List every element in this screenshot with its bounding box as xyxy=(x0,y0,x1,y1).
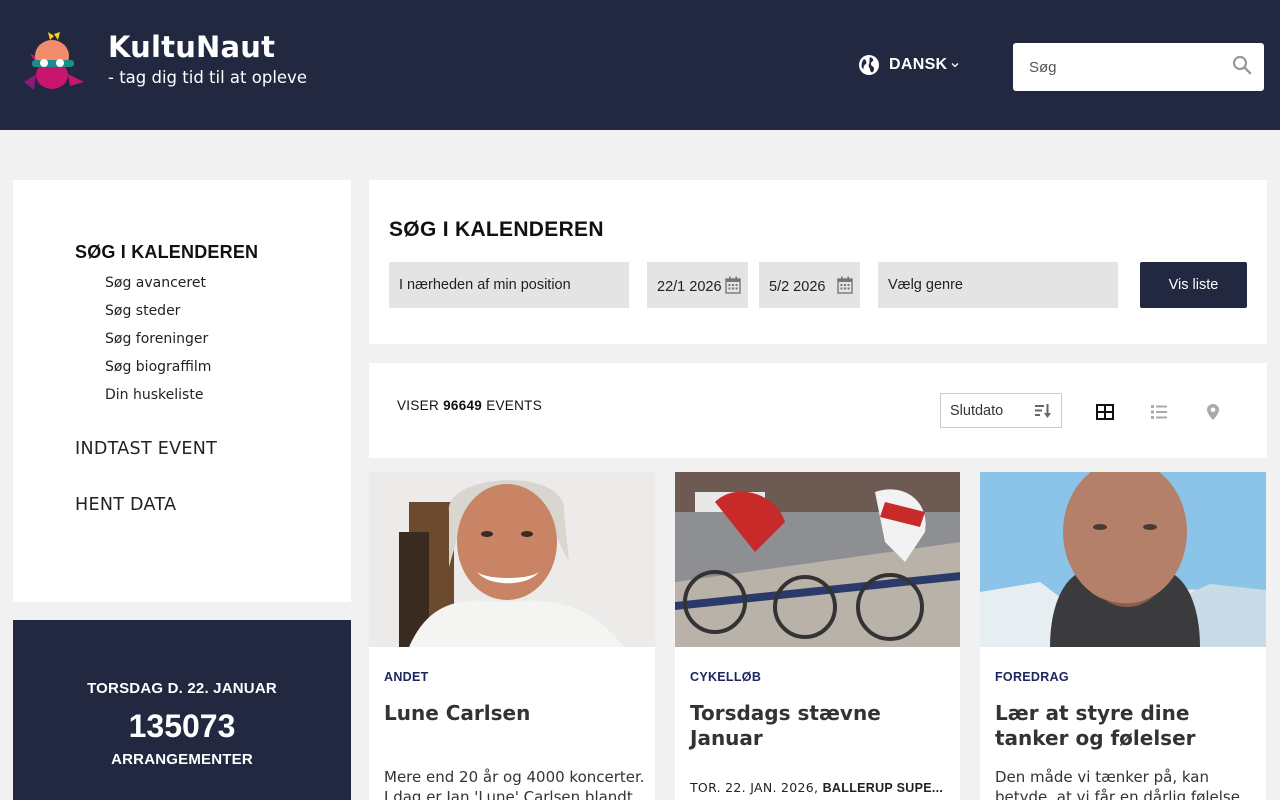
search-box xyxy=(1013,43,1264,91)
sidebar-item-advanced-search[interactable]: Søg avanceret xyxy=(105,275,206,291)
brand-title[interactable]: KultuNaut xyxy=(108,30,275,64)
event-genre[interactable]: CYKELLØB xyxy=(690,670,761,684)
results-prefix: VISER xyxy=(397,398,440,413)
globe-icon xyxy=(859,55,879,75)
search-panel-title: SØG I KALENDEREN xyxy=(389,218,604,241)
language-label: DANSK xyxy=(889,56,948,73)
chevron-down-icon xyxy=(951,63,959,68)
site-header: KultuNaut - tag dig tid til at opleve DA… xyxy=(0,0,1280,130)
sidebar-item-search-places[interactable]: Søg steder xyxy=(105,303,180,319)
sidebar-item-search-films[interactable]: Søg biograffilm xyxy=(105,359,211,375)
event-venue[interactable]: BALLERUP SUPE... xyxy=(823,781,944,795)
results-bar: VISER 96649 EVENTS Slutdato xyxy=(369,363,1267,458)
event-title[interactable]: Torsdags stævne Januar xyxy=(690,701,950,751)
location-select[interactable]: I nærheden af min position xyxy=(389,262,629,308)
sort-icon xyxy=(1035,404,1051,418)
stats-date: TORSDAG D. 22. JANUAR xyxy=(87,680,277,697)
sidebar-item-get-data[interactable]: HENT DATA xyxy=(75,495,176,515)
genre-select-value: Vælg genre xyxy=(888,277,963,293)
event-card[interactable]: CYKELLØB Torsdags stævne Januar TOR. 22.… xyxy=(675,472,960,800)
event-title[interactable]: Lune Carlsen xyxy=(384,701,644,726)
results-number: 96649 xyxy=(443,398,483,413)
event-date: TOR. 22. JAN. 2026, xyxy=(690,780,819,795)
calendar-icon[interactable] xyxy=(725,276,741,294)
date-to-value: 5/2 2026 xyxy=(769,278,826,295)
brand-tagline: - tag dig tid til at opleve xyxy=(108,68,307,87)
sidebar-item-search-associations[interactable]: Søg foreninger xyxy=(105,331,208,347)
date-from-field[interactable]: 22/1 2026 xyxy=(647,262,748,308)
genre-select[interactable]: Vælg genre xyxy=(878,262,1118,308)
event-image[interactable] xyxy=(675,472,960,647)
search-icon[interactable] xyxy=(1232,55,1252,75)
show-list-button[interactable]: Vis liste xyxy=(1140,262,1247,308)
event-image[interactable] xyxy=(369,472,655,647)
date-to-field[interactable]: 5/2 2026 xyxy=(759,262,860,308)
language-selector[interactable]: DANSK xyxy=(858,53,959,77)
event-description: Mere end 20 år og 4000 koncerter. I dag … xyxy=(384,768,645,800)
location-select-value: I nærheden af min position xyxy=(399,277,571,293)
event-genre[interactable]: FOREDRAG xyxy=(995,670,1069,684)
sort-select[interactable]: Slutdato xyxy=(940,393,1062,428)
results-suffix: EVENTS xyxy=(486,398,543,413)
event-genre[interactable]: ANDET xyxy=(384,670,429,684)
event-title[interactable]: Lær at styre dine tanker og følelser xyxy=(995,701,1255,751)
stats-count: 135073 xyxy=(128,708,236,744)
list-view-icon[interactable] xyxy=(1150,403,1168,421)
calendar-icon[interactable] xyxy=(837,276,853,294)
sidebar-item-watchlist[interactable]: Din huskeliste xyxy=(105,387,203,403)
event-card[interactable]: ANDET Lune Carlsen Mere end 20 år og 400… xyxy=(369,472,655,800)
sidebar-item-submit-event[interactable]: INDTAST EVENT xyxy=(75,439,217,459)
grid-view-icon[interactable] xyxy=(1096,403,1114,421)
event-meta: TOR. 22. JAN. 2026, BALLERUP SUPE... xyxy=(690,780,952,795)
results-count: VISER 96649 EVENTS xyxy=(397,398,542,413)
map-pin-icon[interactable] xyxy=(1204,403,1222,421)
event-description: Den måde vi tænker på, kan betyde, at vi… xyxy=(995,768,1240,800)
event-image[interactable] xyxy=(980,472,1266,647)
logo-mascot-icon[interactable] xyxy=(14,30,88,96)
stats-unit: ARRANGEMENTER xyxy=(111,751,253,768)
search-panel: SØG I KALENDEREN I nærheden af min posit… xyxy=(369,180,1267,344)
event-card[interactable]: FOREDRAG Lær at styre dine tanker og føl… xyxy=(980,472,1266,800)
date-from-value: 22/1 2026 xyxy=(657,278,722,295)
sort-select-value: Slutdato xyxy=(950,402,1004,419)
search-input[interactable] xyxy=(1029,43,1229,91)
stats-box: TORSDAG D. 22. JANUAR 135073 ARRANGEMENT… xyxy=(13,620,351,800)
sidebar-nav: SØG I KALENDEREN Søg avanceret Søg stede… xyxy=(13,180,351,602)
sidebar-heading[interactable]: SØG I KALENDEREN xyxy=(75,242,258,263)
